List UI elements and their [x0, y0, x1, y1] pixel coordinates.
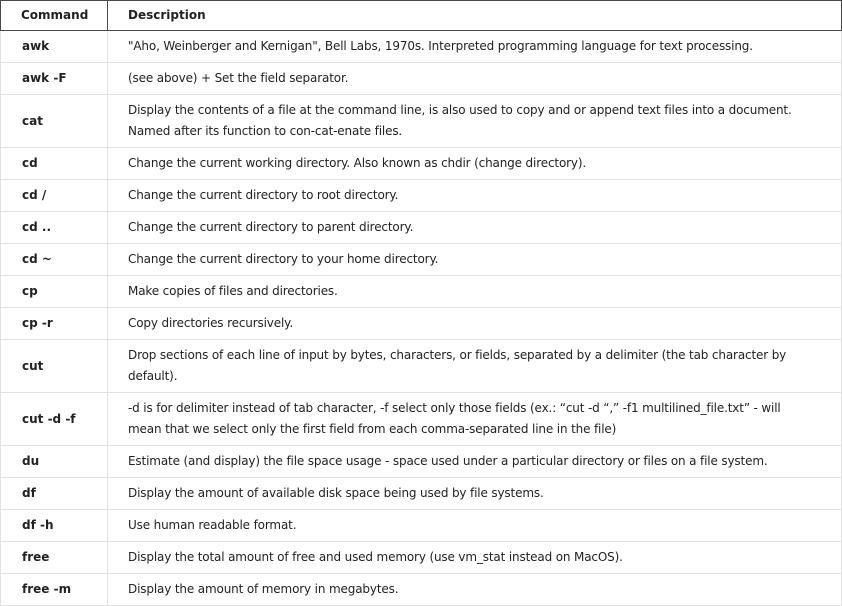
- command-cell: cp: [0, 275, 108, 308]
- description-cell: Change the current directory to root dir…: [107, 179, 842, 212]
- description-cell: Drop sections of each line of input by b…: [107, 339, 842, 393]
- command-cell: awk: [0, 30, 108, 63]
- description-cell: "Aho, Weinberger and Kernigan", Bell Lab…: [107, 30, 842, 63]
- description-cell: Use human readable format.: [107, 509, 842, 542]
- description-cell: Change the current working directory. Al…: [107, 147, 842, 180]
- table-row: du Estimate (and display) the file space…: [0, 445, 842, 478]
- command-cell: free -m: [0, 573, 108, 606]
- commands-table: Command Description awk "Aho, Weinberger…: [0, 0, 842, 606]
- command-cell: awk -F: [0, 62, 108, 95]
- description-cell: Display the amount of memory in megabyte…: [107, 573, 842, 606]
- command-cell: cp -r: [0, 307, 108, 340]
- command-cell: cd /: [0, 179, 108, 212]
- table-body: awk "Aho, Weinberger and Kernigan", Bell…: [0, 30, 842, 606]
- command-cell: cd ..: [0, 211, 108, 244]
- table-row: df Display the amount of available disk …: [0, 477, 842, 510]
- table-row: free -m Display the amount of memory in …: [0, 573, 842, 606]
- command-cell: df: [0, 477, 108, 510]
- description-cell: Make copies of files and directories.: [107, 275, 842, 308]
- description-cell: Change the current directory to your hom…: [107, 243, 842, 276]
- command-column-header: Command: [0, 0, 108, 31]
- description-cell: Display the amount of available disk spa…: [107, 477, 842, 510]
- description-cell: Change the current directory to parent d…: [107, 211, 842, 244]
- table-row: free Display the total amount of free an…: [0, 541, 842, 574]
- table-row: cut Drop sections of each line of input …: [0, 339, 842, 393]
- table-row: df -h Use human readable format.: [0, 509, 842, 542]
- description-column-header: Description: [107, 0, 842, 31]
- command-cell: cat: [0, 94, 108, 148]
- description-cell: Display the contents of a file at the co…: [107, 94, 842, 148]
- table-row: cd ~ Change the current directory to you…: [0, 243, 842, 276]
- description-cell: Estimate (and display) the file space us…: [107, 445, 842, 478]
- table-row: cat Display the contents of a file at th…: [0, 94, 842, 148]
- table-row: cd .. Change the current directory to pa…: [0, 211, 842, 244]
- command-cell: free: [0, 541, 108, 574]
- table-row: cd Change the current working directory.…: [0, 147, 842, 180]
- table-row: cd / Change the current directory to roo…: [0, 179, 842, 212]
- command-cell: cd: [0, 147, 108, 180]
- description-cell: (see above) + Set the field separator.: [107, 62, 842, 95]
- table-row: cp -r Copy directories recursively.: [0, 307, 842, 340]
- command-cell: du: [0, 445, 108, 478]
- command-cell: cut -d -f: [0, 392, 108, 446]
- command-cell: cd ~: [0, 243, 108, 276]
- table-header: Command Description: [0, 0, 842, 31]
- command-cell: cut: [0, 339, 108, 393]
- table-row: awk -F (see above) + Set the field separ…: [0, 62, 842, 95]
- command-cell: df -h: [0, 509, 108, 542]
- header-row: Command Description: [0, 0, 842, 31]
- description-cell: -d is for delimiter instead of tab chara…: [107, 392, 842, 446]
- description-cell: Display the total amount of free and use…: [107, 541, 842, 574]
- table-row: awk "Aho, Weinberger and Kernigan", Bell…: [0, 30, 842, 63]
- table-row: cp Make copies of files and directories.: [0, 275, 842, 308]
- table-row: cut -d -f -d is for delimiter instead of…: [0, 392, 842, 446]
- description-cell: Copy directories recursively.: [107, 307, 842, 340]
